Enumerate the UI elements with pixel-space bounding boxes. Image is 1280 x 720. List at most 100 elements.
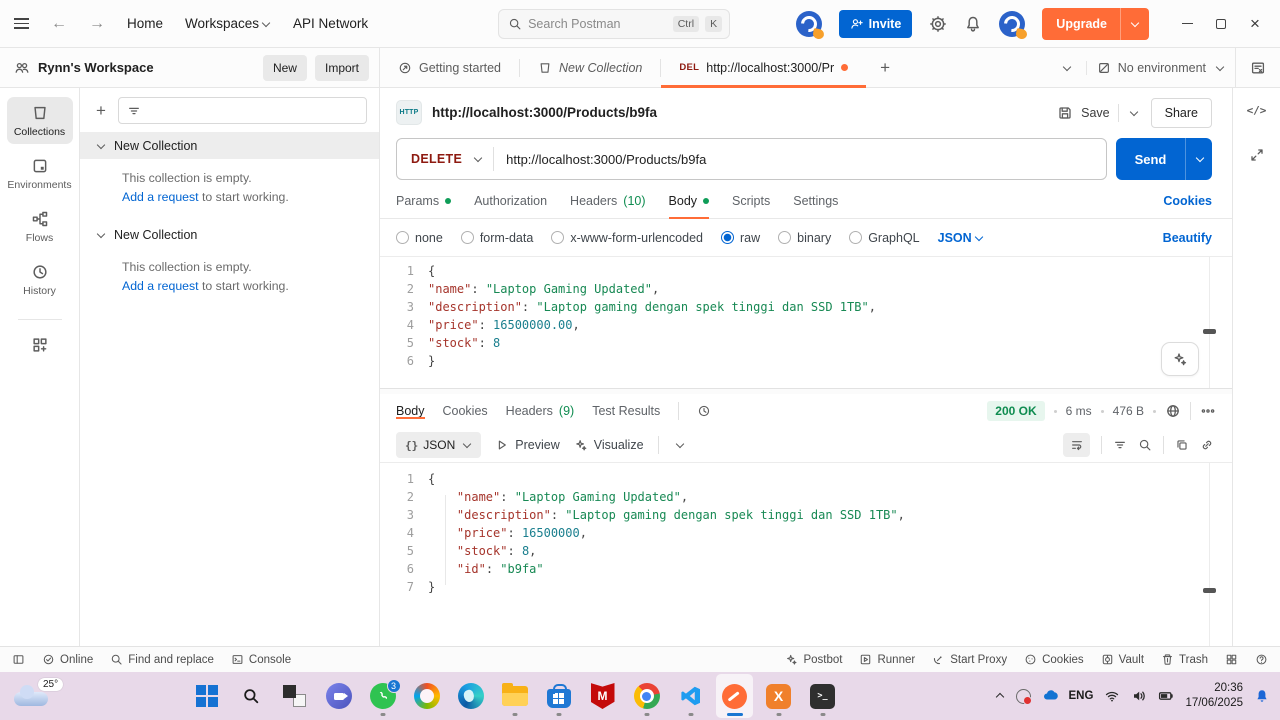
- response-body-viewer[interactable]: 1{2 "name": "Laptop Gaming Updated",3 "d…: [380, 462, 1232, 646]
- tab-authorization[interactable]: Authorization: [474, 184, 547, 218]
- weather-widget[interactable]: 25°: [12, 678, 72, 714]
- sidebar-item-flows[interactable]: Flows: [7, 203, 73, 250]
- tab-params[interactable]: Params: [396, 184, 451, 218]
- share-button[interactable]: Share: [1151, 98, 1212, 128]
- filter-box[interactable]: [118, 97, 367, 124]
- response-tab-test-results[interactable]: Test Results: [592, 404, 660, 418]
- body-mode-raw[interactable]: raw: [721, 231, 760, 245]
- maximize-button[interactable]: [1204, 8, 1238, 40]
- send-button[interactable]: Send: [1116, 138, 1212, 180]
- taskbar-edge-button[interactable]: [452, 674, 489, 718]
- response-tab-body[interactable]: Body: [396, 404, 425, 418]
- find-and-replace[interactable]: Find and replace: [110, 653, 214, 666]
- taskbar-chrome-button[interactable]: [628, 674, 665, 718]
- start-proxy-button[interactable]: Start Proxy: [932, 653, 1007, 666]
- taskbar-mcafee-button[interactable]: M: [584, 674, 621, 718]
- nav-api-network[interactable]: API Network: [293, 16, 368, 31]
- taskbar-postman-button[interactable]: [716, 674, 753, 718]
- settings-gear-icon[interactable]: [929, 15, 947, 33]
- response-tab-headers[interactable]: Headers(9): [506, 404, 575, 418]
- taskbar-whatsapp-button[interactable]: 3: [364, 674, 401, 718]
- url-input[interactable]: [494, 152, 1106, 167]
- response-history-icon[interactable]: [697, 404, 711, 418]
- postbot-statusbar-button[interactable]: Postbot: [785, 653, 842, 666]
- scrollbar-thumb[interactable]: [1203, 588, 1216, 593]
- tab-body[interactable]: Body: [669, 184, 710, 218]
- add-collection-button[interactable]: +: [92, 101, 110, 121]
- preview-button[interactable]: Preview: [495, 438, 559, 452]
- two-pane-icon[interactable]: [1225, 653, 1238, 666]
- upgrade-button[interactable]: Upgrade: [1042, 8, 1149, 40]
- wifi-icon[interactable]: [1104, 688, 1120, 704]
- menu-icon[interactable]: [14, 15, 29, 32]
- search-input[interactable]: [528, 17, 667, 31]
- chevron-down-icon[interactable]: [97, 229, 105, 237]
- import-button[interactable]: Import: [315, 55, 369, 81]
- vault-button[interactable]: Vault: [1101, 653, 1144, 666]
- environment-quick-look[interactable]: [1235, 48, 1280, 87]
- radio-icon[interactable]: [396, 231, 409, 244]
- taskbar-xampp-button[interactable]: X: [760, 674, 797, 718]
- radio-icon[interactable]: [551, 231, 564, 244]
- workspace-title[interactable]: Rynn's Workspace: [38, 60, 154, 75]
- environment-selector[interactable]: No environment: [1086, 61, 1235, 75]
- tab-settings[interactable]: Settings: [793, 184, 838, 218]
- notifications-bell-icon[interactable]: [1254, 688, 1270, 704]
- globe-icon[interactable]: [1165, 403, 1181, 419]
- clock[interactable]: 20:36 17/06/2025: [1185, 681, 1243, 711]
- back-icon[interactable]: ←: [51, 15, 67, 33]
- tray-record-icon[interactable]: [1016, 689, 1031, 704]
- link-icon[interactable]: [1200, 438, 1214, 452]
- tab-request-active[interactable]: DEL http://localhost:3000/Pr: [661, 48, 866, 87]
- request-body-editor[interactable]: 1{2"name": "Laptop Gaming Updated",3"des…: [380, 256, 1232, 388]
- taskbar-search-button[interactable]: [232, 674, 269, 718]
- response-tab-cookies[interactable]: Cookies: [443, 404, 488, 418]
- new-button[interactable]: New: [263, 55, 307, 81]
- expand-panes-icon[interactable]: [1249, 147, 1265, 163]
- taskbar-copilot-button[interactable]: [408, 674, 445, 718]
- sidebar-item-history[interactable]: History: [7, 256, 73, 303]
- response-format-select[interactable]: {} JSON: [396, 432, 481, 458]
- nav-workspaces[interactable]: Workspaces: [185, 16, 271, 31]
- taskbar-terminal-button[interactable]: >_: [804, 674, 841, 718]
- nav-home[interactable]: Home: [127, 16, 163, 31]
- chevron-down-icon[interactable]: [1131, 18, 1139, 26]
- sidebar-item-collections[interactable]: Collections: [7, 97, 73, 144]
- new-tab-button[interactable]: +: [866, 48, 904, 87]
- scrollbar-thumb[interactable]: [1203, 329, 1216, 334]
- scrollbar-track[interactable]: [1209, 257, 1210, 388]
- tab-new-collection[interactable]: New Collection: [520, 48, 660, 87]
- toggle-sidebar-icon[interactable]: [12, 653, 25, 666]
- body-mode-none[interactable]: none: [396, 231, 443, 245]
- postman-account-icon[interactable]: [796, 11, 822, 37]
- tab-headers[interactable]: Headers(10): [570, 184, 645, 218]
- search-response-icon[interactable]: [1138, 438, 1152, 452]
- format-options-chevron-icon[interactable]: [675, 440, 683, 448]
- chevron-down-icon[interactable]: [97, 140, 105, 148]
- configure-sidebar-icon[interactable]: [31, 336, 49, 354]
- sidebar-item-environments[interactable]: Environments: [7, 150, 73, 197]
- notifications-bell-icon[interactable]: [964, 15, 982, 33]
- taskbar-vscode-button[interactable]: [672, 674, 709, 718]
- tab-list-chevron-icon[interactable]: [1063, 62, 1071, 70]
- copy-icon[interactable]: [1175, 438, 1189, 452]
- user-avatar[interactable]: [999, 11, 1025, 37]
- radio-icon[interactable]: [849, 231, 862, 244]
- help-icon[interactable]: [1255, 653, 1268, 666]
- beautify-link[interactable]: Beautify: [1163, 231, 1212, 245]
- minimize-button[interactable]: [1170, 8, 1204, 40]
- invite-button[interactable]: Invite: [839, 10, 913, 38]
- status-badge[interactable]: 200 OK: [987, 401, 1044, 421]
- method-select[interactable]: DELETE: [397, 152, 493, 166]
- onedrive-icon[interactable]: [1042, 688, 1058, 704]
- trash-button[interactable]: Trash: [1161, 653, 1208, 666]
- taskbar-teams-button[interactable]: [320, 674, 357, 718]
- body-mode-urlencoded[interactable]: x-www-form-urlencoded: [551, 231, 703, 245]
- send-options-chevron[interactable]: [1185, 138, 1212, 180]
- battery-icon[interactable]: [1158, 688, 1174, 704]
- save-options-chevron-icon[interactable]: [1129, 107, 1137, 115]
- body-mode-graphql[interactable]: GraphQL: [849, 231, 919, 245]
- filter-icon[interactable]: [1113, 438, 1127, 452]
- taskbar-start-button[interactable]: [188, 674, 225, 718]
- tab-scripts[interactable]: Scripts: [732, 184, 770, 218]
